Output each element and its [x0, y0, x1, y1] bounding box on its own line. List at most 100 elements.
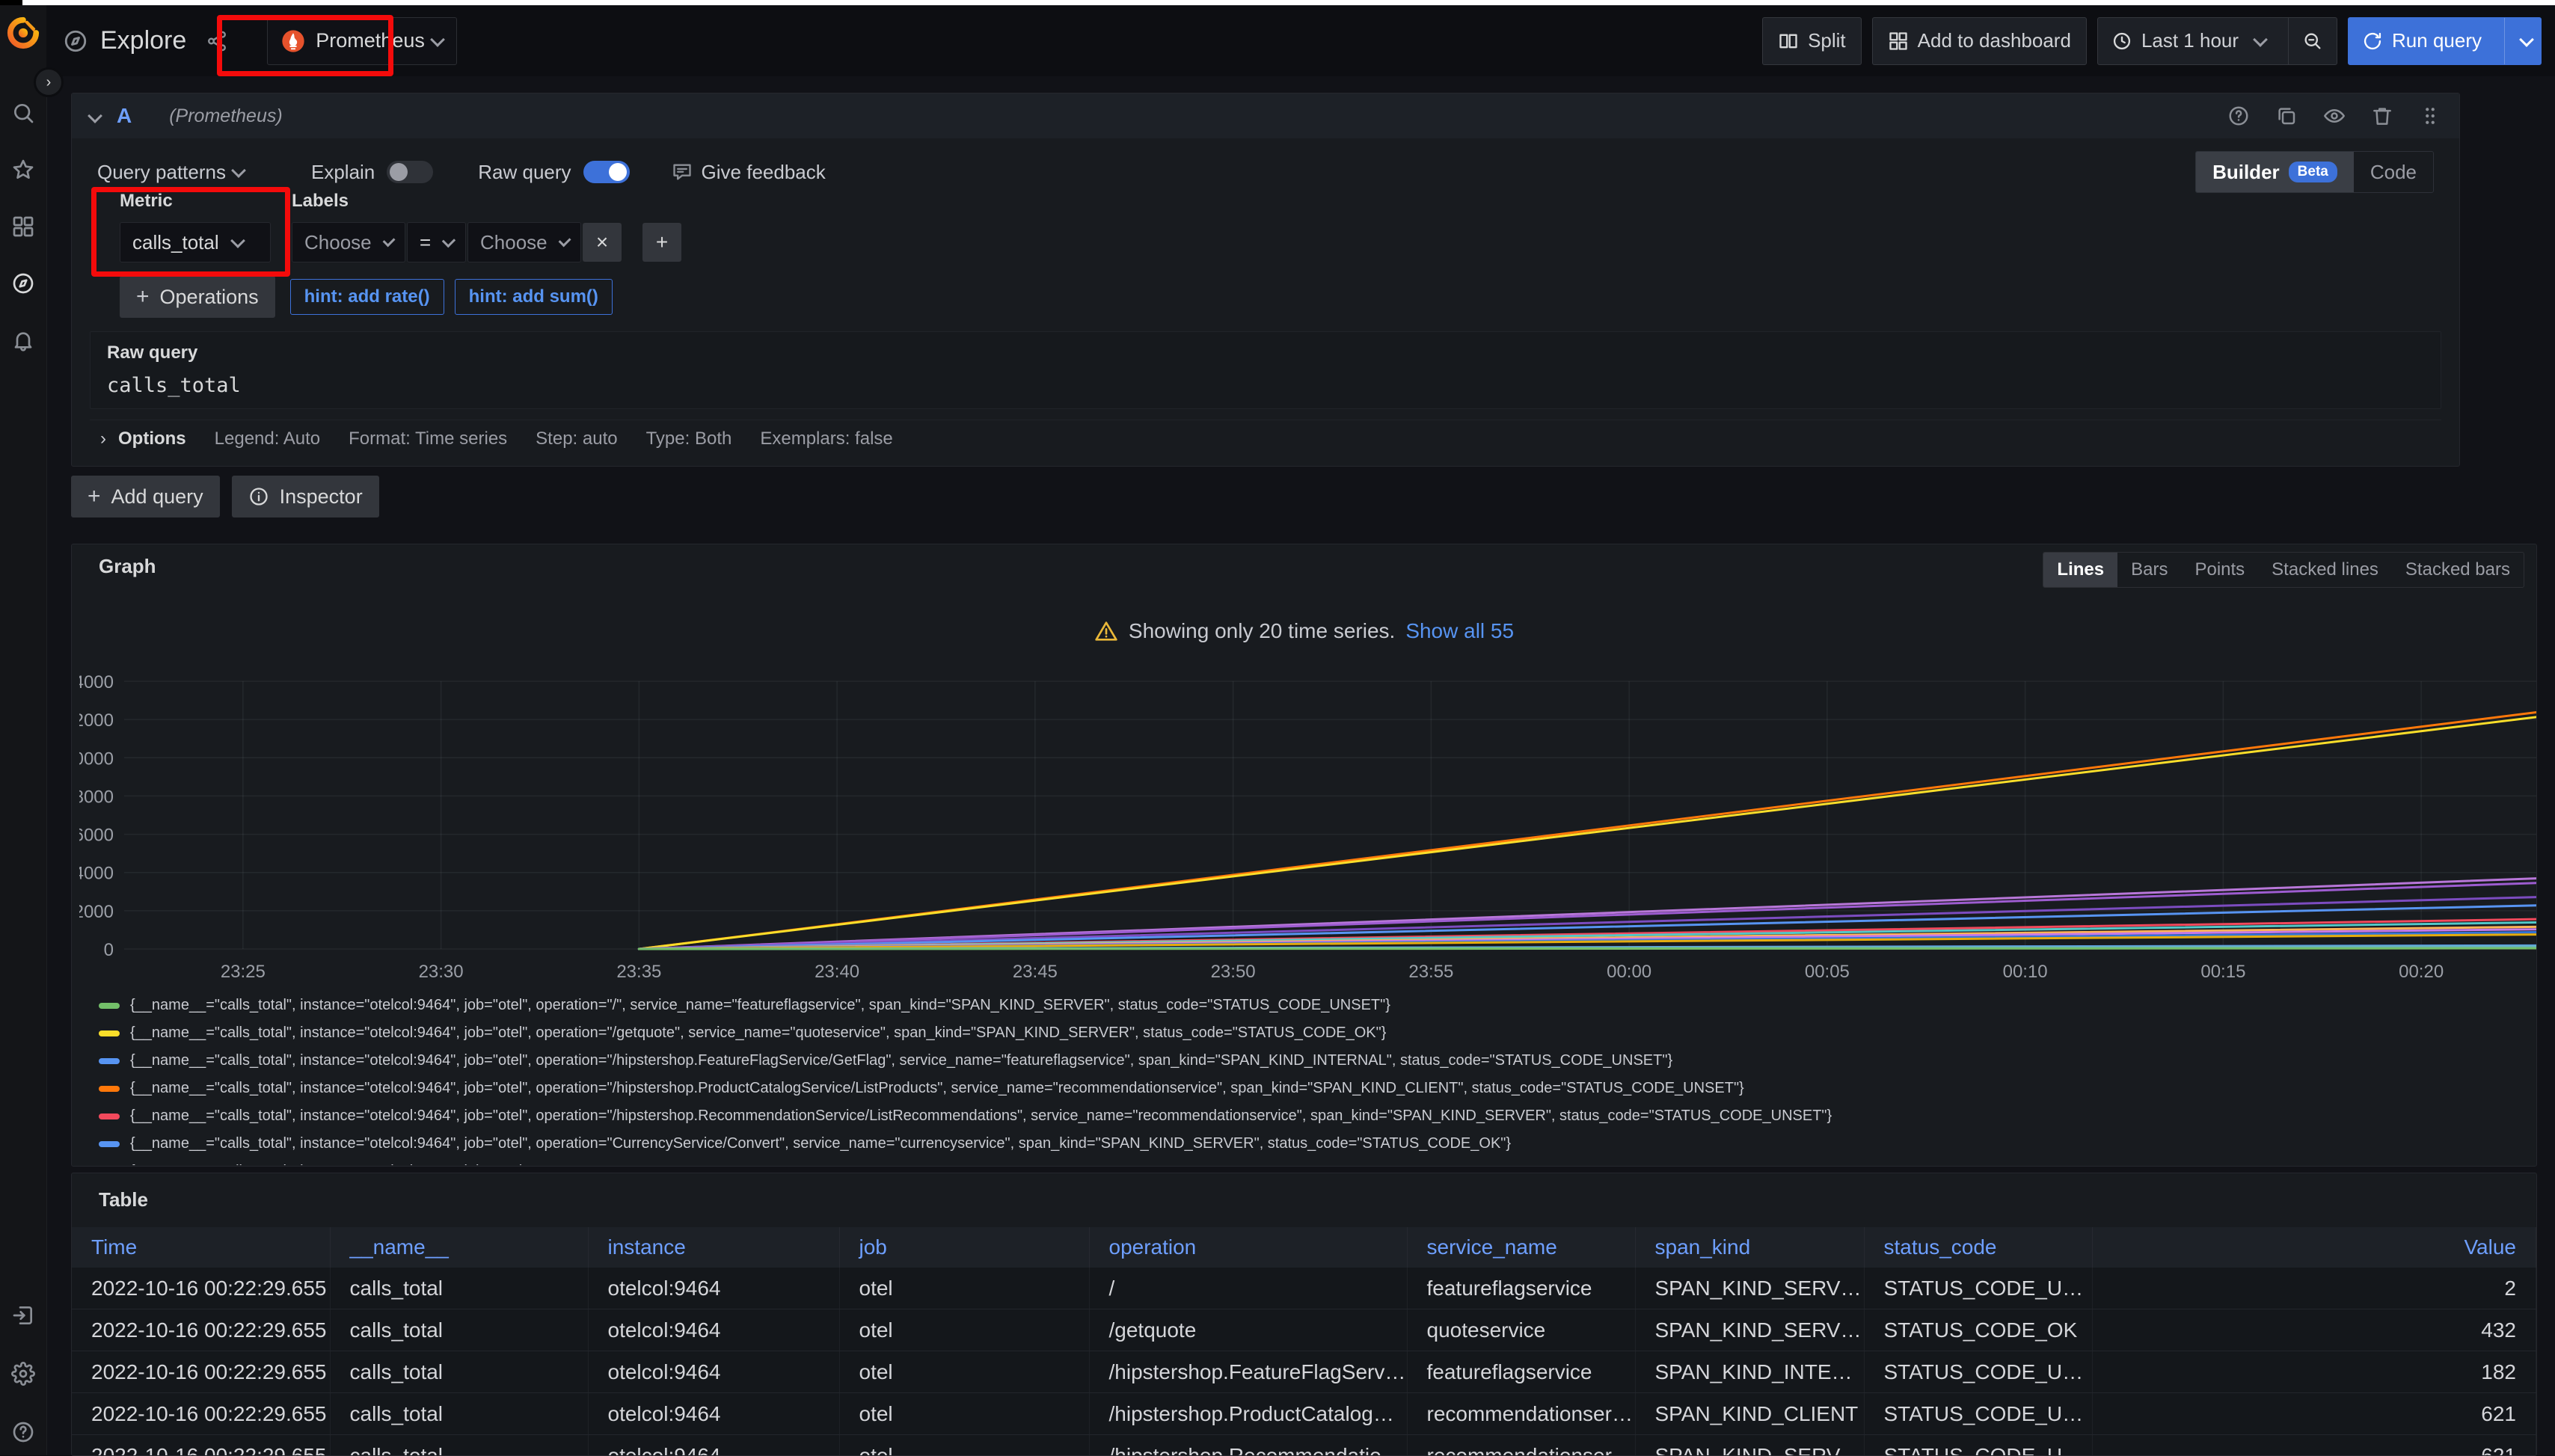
table-cell: calls_total — [330, 1435, 588, 1456]
dashboards-icon[interactable] — [11, 215, 35, 239]
table-row[interactable]: 2022-10-16 00:22:29.655calls_totalotelco… — [72, 1309, 2536, 1351]
table-row[interactable]: 2022-10-16 00:22:29.655calls_totalotelco… — [72, 1268, 2536, 1309]
legend-item[interactable]: {__name__="calls_total", instance="otelc… — [99, 992, 2524, 1019]
table-row[interactable]: 2022-10-16 00:22:29.655calls_totalotelco… — [72, 1351, 2536, 1393]
svg-text:8000: 8000 — [79, 787, 114, 807]
collapse-chevron-icon[interactable] — [88, 108, 102, 123]
table-cell: otelcol:9464 — [588, 1351, 839, 1393]
column-header-value[interactable]: Value — [2092, 1227, 2536, 1268]
help-icon[interactable] — [11, 1420, 35, 1444]
column-header-instance[interactable]: instance — [588, 1227, 839, 1268]
legend-item[interactable]: {__name__="calls_total", instance="otelc… — [99, 1075, 2524, 1102]
svg-text:10000: 10000 — [79, 749, 114, 769]
sign-in-icon[interactable] — [11, 1303, 35, 1327]
hide-query-eye-icon[interactable] — [2323, 105, 2346, 127]
table-row[interactable]: 2022-10-16 00:22:29.655calls_totalotelco… — [72, 1435, 2536, 1456]
add-to-dashboard-button[interactable]: Add to dashboard — [1872, 17, 2087, 65]
table-cell: calls_total — [330, 1351, 588, 1393]
inspector-button[interactable]: Inspector — [232, 476, 379, 517]
table-cell: 182 — [2092, 1351, 2536, 1393]
time-series-chart[interactable]: 0200040006000800010000120001400023:2523:… — [79, 670, 2537, 988]
run-query-dropdown[interactable] — [2504, 18, 2541, 64]
grafana-logo[interactable] — [6, 16, 40, 50]
legend-item[interactable]: {__name__="calls_total", instance="otelc… — [99, 1130, 2524, 1158]
time-range-button[interactable]: Last 1 hour — [2098, 18, 2279, 64]
starred-icon[interactable] — [11, 158, 35, 182]
label-value-select[interactable]: Choose — [467, 222, 581, 262]
zoom-out-button[interactable] — [2288, 18, 2337, 64]
warning-text: Showing only 20 time series. — [1129, 619, 1395, 643]
metric-select[interactable]: calls_total — [120, 222, 271, 262]
query-options-row[interactable]: › Options Legend: AutoFormat: Time serie… — [90, 420, 2441, 458]
query-help-icon[interactable] — [2227, 105, 2250, 127]
share-icon[interactable] — [206, 30, 228, 52]
viz-mode-bars[interactable]: Bars — [2117, 553, 2181, 587]
explain-label: Explain — [311, 161, 375, 184]
explain-toggle[interactable] — [387, 161, 433, 183]
query-hint-button[interactable]: hint: add rate() — [290, 279, 444, 315]
label-value-placeholder: Choose — [480, 231, 548, 254]
column-header-operation[interactable]: operation — [1089, 1227, 1407, 1268]
query-patterns-label: Query patterns — [97, 161, 226, 184]
run-query-button[interactable]: Run query — [2349, 18, 2495, 64]
raw-query-toggle[interactable] — [583, 161, 630, 183]
alerting-icon[interactable] — [11, 328, 35, 352]
search-icon[interactable] — [11, 101, 35, 125]
svg-text:00:05: 00:05 — [1805, 962, 1850, 982]
give-feedback-link[interactable]: Give feedback — [672, 161, 826, 184]
add-to-dashboard-label: Add to dashboard — [1918, 29, 2071, 52]
column-header-job[interactable]: job — [839, 1227, 1089, 1268]
column-header-status-code[interactable]: status_code — [1864, 1227, 2092, 1268]
option-meta: Type: Both — [646, 428, 732, 449]
add-label-button[interactable]: + — [642, 223, 681, 262]
table-cell: 2022-10-16 00:22:29.655 — [72, 1268, 330, 1309]
query-hint-button[interactable]: hint: add sum() — [455, 279, 613, 315]
query-datasource-hint: (Prometheus) — [169, 105, 282, 127]
add-operations-button[interactable]: + Operations — [120, 276, 275, 318]
legend-color-dash — [99, 1058, 120, 1064]
drag-handle-icon[interactable] — [2419, 105, 2441, 127]
hints-container: hint: add rate() hint: add sum() — [290, 279, 613, 315]
label-operator-select[interactable]: = — [407, 222, 466, 262]
column-header--name-[interactable]: __name__ — [330, 1227, 588, 1268]
chevron-down-icon — [2519, 32, 2534, 47]
legend-item[interactable]: {__name__="calls_total", instance="otelc… — [99, 1047, 2524, 1075]
builder-label: Builder — [2212, 161, 2280, 184]
expand-sidebar-button[interactable]: › — [34, 67, 64, 97]
legend-item[interactable]: {__name__="calls_total", instance="otelc… — [99, 1158, 2524, 1165]
duplicate-query-icon[interactable] — [2275, 105, 2298, 127]
builder-tab[interactable]: Builder Beta — [2196, 152, 2354, 192]
chevron-down-icon — [430, 32, 445, 47]
table-row[interactable]: 2022-10-16 00:22:29.655calls_totalotelco… — [72, 1393, 2536, 1435]
column-header-service-name[interactable]: service_name — [1407, 1227, 1635, 1268]
table-cell: otel — [839, 1268, 1089, 1309]
viz-mode-stacked-bars[interactable]: Stacked bars — [2392, 553, 2524, 587]
viz-mode-stacked-lines[interactable]: Stacked lines — [2258, 553, 2392, 587]
query-patterns-dropdown[interactable]: Query patterns — [97, 161, 244, 184]
table-cell: /hipstershop.ProductCatalogService/ListP… — [1089, 1393, 1407, 1435]
code-tab[interactable]: Code — [2354, 152, 2433, 192]
labels-field: Labels Choose = Choose × + — [292, 191, 681, 262]
legend-item[interactable]: {__name__="calls_total", instance="otelc… — [99, 1019, 2524, 1047]
delete-query-trash-icon[interactable] — [2371, 105, 2393, 127]
table-cell: recommendationservice — [1407, 1435, 1635, 1456]
settings-gear-icon[interactable] — [11, 1362, 35, 1386]
viz-mode-points[interactable]: Points — [2181, 553, 2258, 587]
svg-text:4000: 4000 — [79, 864, 114, 884]
table-cell: calls_total — [330, 1309, 588, 1351]
show-all-series-link[interactable]: Show all 55 — [1405, 619, 1514, 643]
query-row-header[interactable]: A (Prometheus) — [72, 93, 2459, 138]
column-header-span-kind[interactable]: span_kind — [1635, 1227, 1864, 1268]
table-cell: STATUS_CODE_UNSET — [1864, 1435, 2092, 1456]
datasource-picker[interactable]: Prometheus — [267, 17, 457, 65]
time-range-label: Last 1 hour — [2141, 29, 2239, 52]
explore-icon-active[interactable] — [11, 271, 35, 295]
chevron-down-icon — [231, 163, 246, 178]
viz-mode-lines[interactable]: Lines — [2043, 553, 2117, 587]
add-query-button[interactable]: + Add query — [71, 476, 220, 517]
label-key-select[interactable]: Choose — [292, 222, 405, 262]
legend-item[interactable]: {__name__="calls_total", instance="otelc… — [99, 1102, 2524, 1130]
split-button[interactable]: Split — [1762, 17, 1862, 65]
remove-label-button[interactable]: × — [583, 223, 622, 262]
column-header-time[interactable]: Time — [72, 1227, 330, 1268]
